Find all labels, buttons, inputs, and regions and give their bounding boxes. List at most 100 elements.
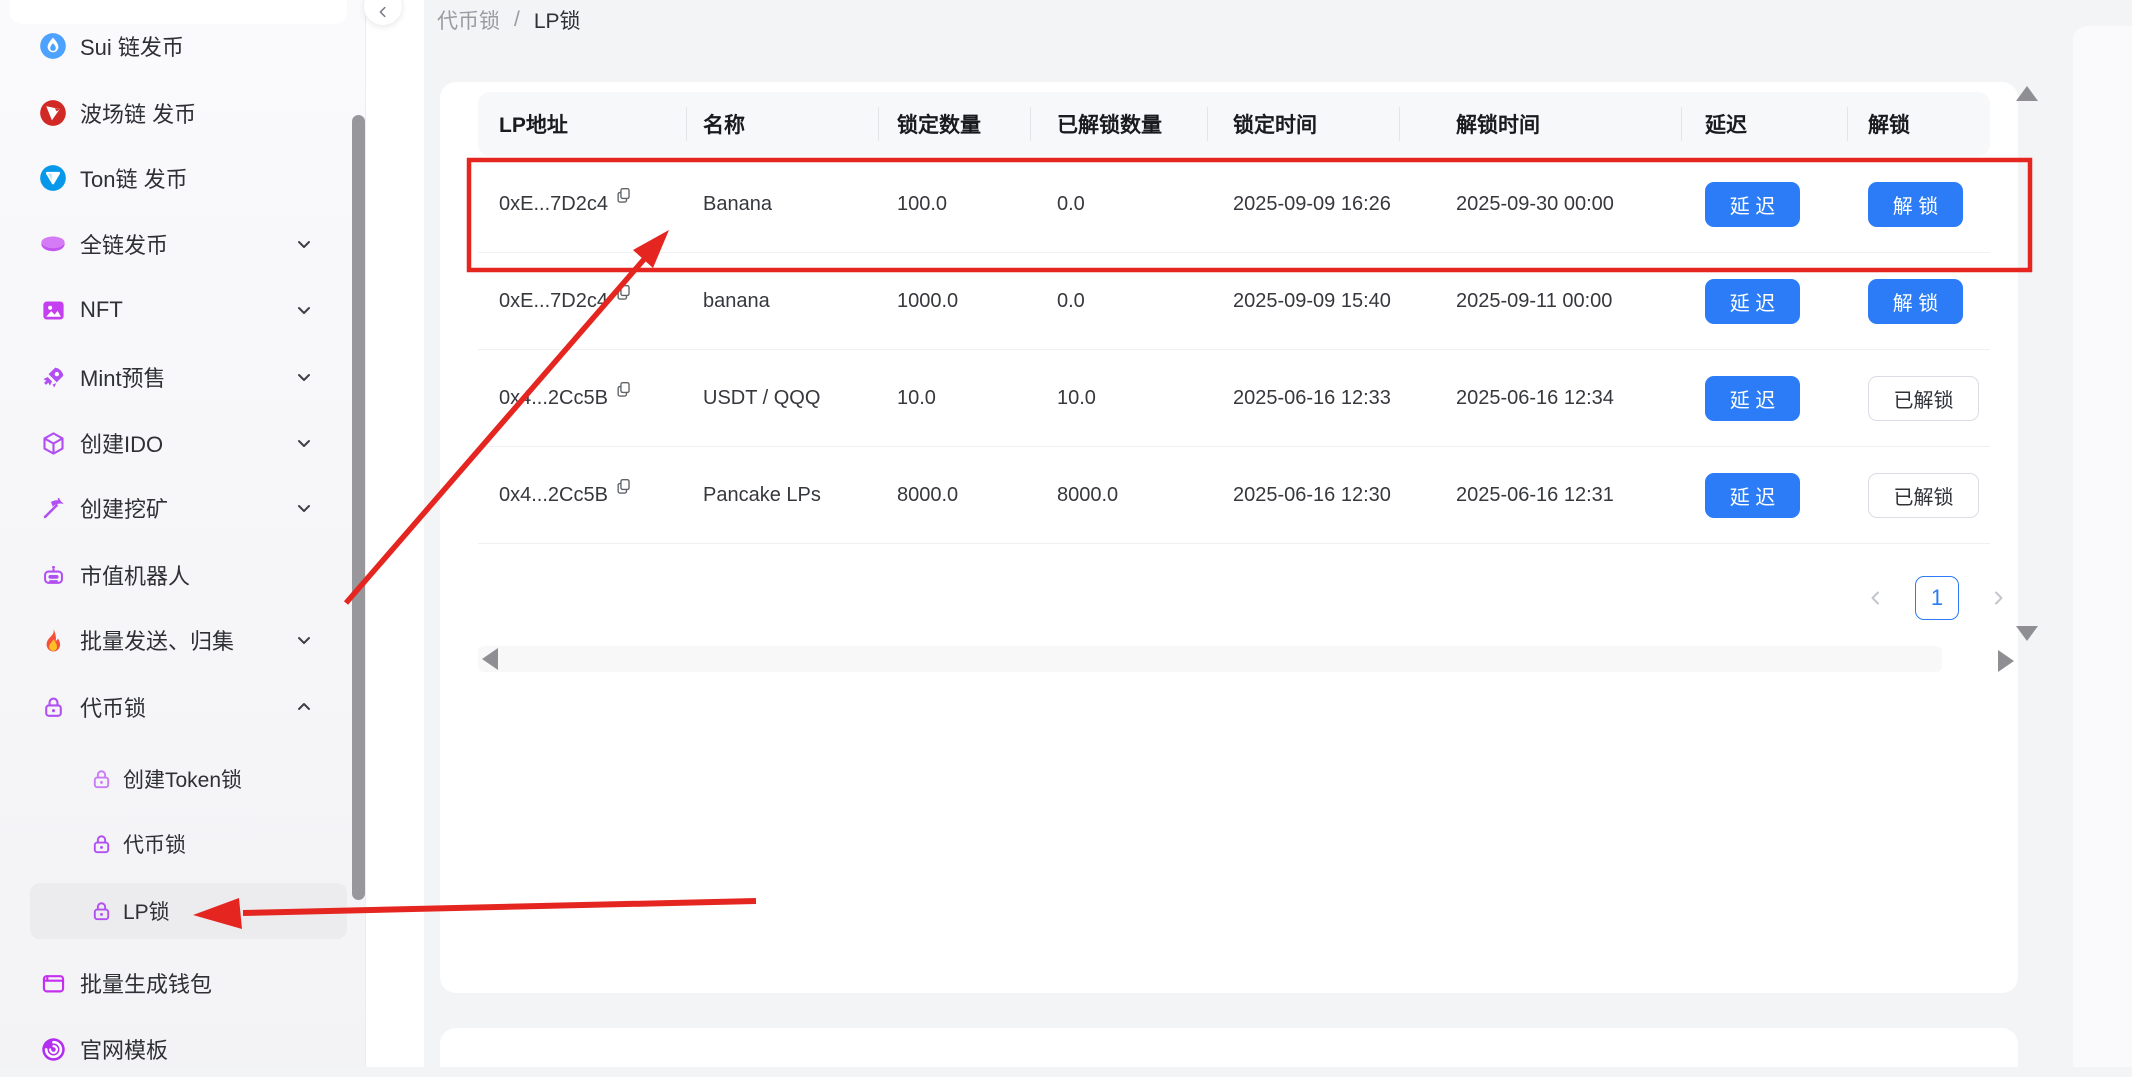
- copy-icon[interactable]: [615, 477, 632, 496]
- sidebar-item-token-lock[interactable]: 代币锁: [30, 679, 347, 735]
- scroll-right-icon[interactable]: [1998, 650, 2014, 672]
- lp-address-text: 0x4...2Cc5B: [499, 484, 608, 507]
- sui-chain-icon: [38, 31, 68, 61]
- delay-button[interactable]: 延 迟: [1705, 473, 1800, 518]
- lock-icon: [88, 829, 114, 859]
- breadcrumb: 代币锁 / LP锁: [437, 5, 581, 35]
- sidebar-item-label: 代币锁: [123, 829, 186, 859]
- col-header-name: 名称: [686, 109, 878, 139]
- rocket-icon: [38, 362, 68, 392]
- pagination-prev-icon[interactable]: [1866, 576, 1886, 620]
- breadcrumb-separator: /: [514, 8, 520, 32]
- sidebar-item-omnichain[interactable]: 全链发币: [30, 216, 347, 272]
- sidebar-item-marketcap-bot[interactable]: 市值机器人: [30, 547, 347, 603]
- sidebar-item-label: Mint预售: [80, 361, 166, 393]
- lp-address-text: 0x4...2Cc5B: [499, 387, 608, 410]
- chevron-down-icon: [295, 368, 313, 386]
- sidebar-item-create-token-lock[interactable]: 创建Token锁: [30, 751, 347, 807]
- lp-address-cell: 0x4...2Cc5B: [478, 387, 686, 410]
- chevron-down-icon: [295, 235, 313, 253]
- sidebar-item-batch-wallets[interactable]: 批量生成钱包: [30, 955, 347, 1011]
- horizontal-scrollbar-track[interactable]: [478, 646, 1942, 672]
- sidebar-item-token-lock-sub[interactable]: 代币锁: [30, 816, 347, 872]
- lp-lock-table: LP地址 名称 锁定数量 已解锁数量 锁定时间 解锁时间 延迟 解锁 0xE..…: [478, 92, 1990, 544]
- unlock-time-cell: 2025-09-30 00:00: [1399, 193, 1681, 216]
- sidebar-item-label: 创建IDO: [80, 427, 163, 459]
- table-row: 0x4...2Cc5B Pancake LPs 8000.0 8000.0 20…: [478, 447, 1990, 544]
- sidebar-item-create-ido[interactable]: 创建IDO: [30, 415, 347, 471]
- lock-time-cell: 2025-09-09 16:26: [1207, 193, 1399, 216]
- unlock-button[interactable]: 解 锁: [1868, 279, 1963, 324]
- copy-icon[interactable]: [615, 380, 632, 399]
- sidebar-item-label: Ton链 发币: [80, 162, 188, 194]
- table-row: 0x4...2Cc5B USDT / QQQ 10.0 10.0 2025-06…: [478, 350, 1990, 447]
- lock-time-cell: 2025-06-16 12:33: [1207, 387, 1399, 410]
- scroll-down-icon[interactable]: [2016, 626, 2038, 641]
- cube-icon: [38, 428, 68, 458]
- sidebar-item-label: LP锁: [123, 896, 170, 926]
- scroll-left-icon[interactable]: [482, 648, 498, 670]
- chevron-down-icon: [295, 434, 313, 452]
- sidebar-item-label: NFT: [80, 297, 123, 323]
- name-cell: banana: [686, 290, 878, 313]
- sidebar-item-lp-lock[interactable]: LP锁: [30, 883, 347, 939]
- sidebar-item-label: 市值机器人: [80, 559, 190, 591]
- name-cell: USDT / QQQ: [686, 387, 878, 410]
- next-section-card: [440, 1028, 2018, 1067]
- pagination: 1: [1866, 576, 2008, 620]
- sidebar-item-label: 全链发币: [80, 228, 168, 260]
- lock-icon: [38, 692, 68, 722]
- unlock-time-cell: 2025-06-16 12:34: [1399, 387, 1681, 410]
- lock-time-cell: 2025-06-16 12:30: [1207, 484, 1399, 507]
- pagination-page-1[interactable]: 1: [1915, 576, 1959, 620]
- locked-amount-cell: 100.0: [878, 193, 1030, 216]
- sidebar-item-mint-presale[interactable]: Mint预售: [30, 349, 347, 405]
- lp-address-cell: 0xE...7D2c4: [478, 193, 686, 216]
- sidebar-item-label: 创建Token锁: [123, 764, 242, 794]
- chevron-down-icon: [295, 631, 313, 649]
- pagination-next-icon[interactable]: [1988, 576, 2008, 620]
- unlock-button[interactable]: 解 锁: [1868, 182, 1963, 227]
- col-header-lock-time: 锁定时间: [1207, 109, 1399, 139]
- copy-icon[interactable]: [615, 283, 632, 302]
- locked-amount-cell: 8000.0: [878, 484, 1030, 507]
- locked-amount-cell: 1000.0: [878, 290, 1030, 313]
- unlocked-amount-cell: 10.0: [1030, 387, 1207, 410]
- delay-button[interactable]: 延 迟: [1705, 376, 1800, 421]
- sidebar-item-nft[interactable]: NFT: [30, 282, 347, 338]
- unlock-time-cell: 2025-06-16 12:31: [1399, 484, 1681, 507]
- delay-button[interactable]: 延 迟: [1705, 279, 1800, 324]
- delay-button[interactable]: 延 迟: [1705, 182, 1800, 227]
- sidebar-item-ton[interactable]: Ton链 发币: [30, 150, 347, 206]
- unlocked-status-button[interactable]: 已解锁: [1868, 473, 1979, 518]
- sidebar-item-label: 创建挖矿: [80, 492, 168, 524]
- swirl-icon: [38, 1034, 68, 1064]
- unlocked-amount-cell: 8000.0: [1030, 484, 1207, 507]
- sidebar-item-batch-send[interactable]: 批量发送、归集: [30, 612, 347, 668]
- sidebar-item-tron[interactable]: 波场链 发币: [30, 85, 347, 141]
- pickaxe-icon: [38, 493, 68, 523]
- sidebar-item-sui[interactable]: Sui 链发币: [30, 18, 347, 74]
- nft-image-icon: [38, 295, 68, 325]
- lp-address-cell: 0x4...2Cc5B: [478, 484, 686, 507]
- sidebar-item-label: 波场链 发币: [80, 97, 196, 129]
- sidebar: Sui 链发币 波场链 发币 Ton链 发币 全链发币 NFT: [0, 0, 366, 1067]
- sidebar-item-create-mining[interactable]: 创建挖矿: [30, 480, 347, 536]
- scroll-up-icon[interactable]: [2016, 86, 2038, 101]
- lock-time-cell: 2025-09-09 15:40: [1207, 290, 1399, 313]
- unlocked-amount-cell: 0.0: [1030, 193, 1207, 216]
- ton-chain-icon: [38, 163, 68, 193]
- col-header-unlock-time: 解锁时间: [1399, 109, 1681, 139]
- sidebar-item-label: Sui 链发币: [80, 30, 184, 62]
- copy-icon[interactable]: [615, 186, 632, 205]
- breadcrumb-parent[interactable]: 代币锁: [437, 5, 500, 35]
- sidebar-item-website-template[interactable]: 官网模板: [30, 1021, 347, 1077]
- unlocked-amount-cell: 0.0: [1030, 290, 1207, 313]
- sidebar-scrollbar-thumb[interactable]: [352, 115, 365, 900]
- sidebar-gutter: [366, 0, 424, 1067]
- chevron-down-icon: [295, 499, 313, 517]
- unlocked-status-button[interactable]: 已解锁: [1868, 376, 1979, 421]
- lp-lock-card: LP地址 名称 锁定数量 已解锁数量 锁定时间 解锁时间 延迟 解锁 0xE..…: [440, 82, 2018, 993]
- robot-icon: [38, 560, 68, 590]
- sidebar-item-label: 代币锁: [80, 691, 146, 723]
